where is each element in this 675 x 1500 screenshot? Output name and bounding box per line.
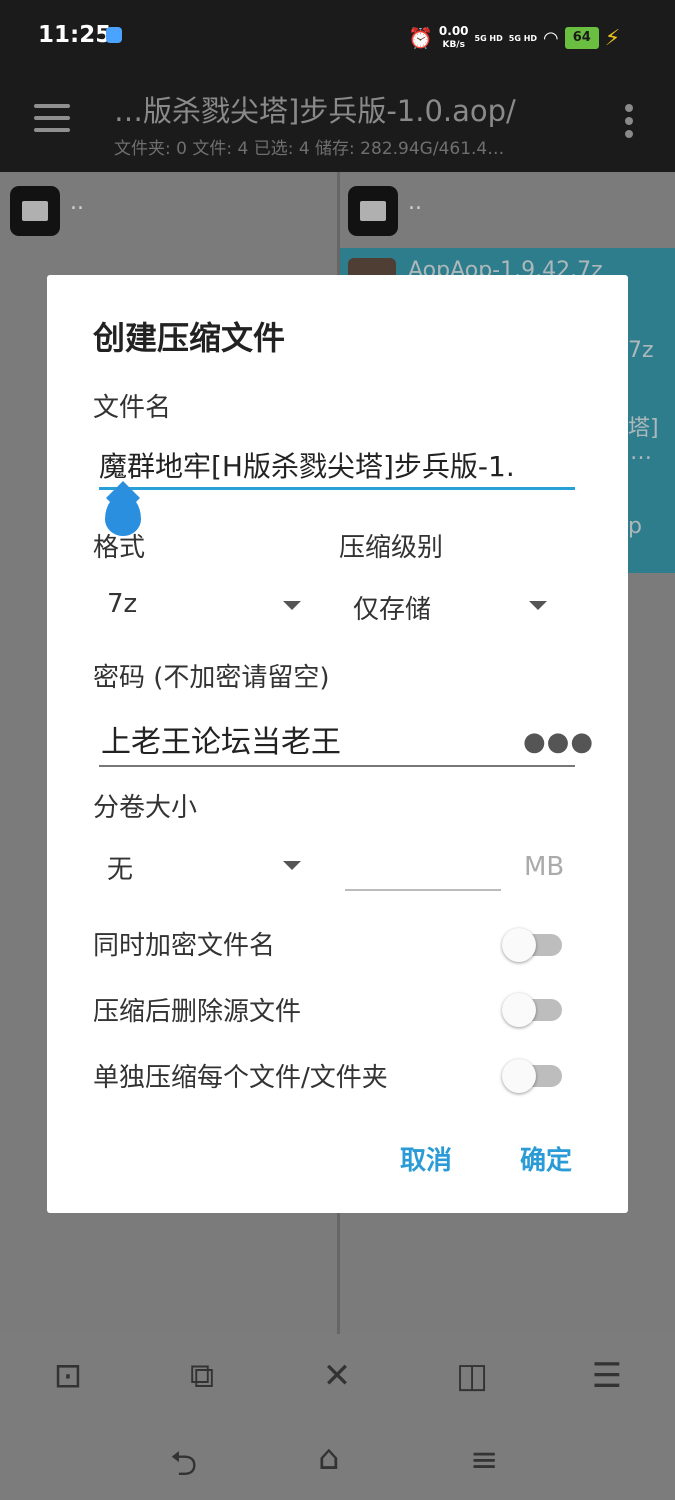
level-label: 压缩级别 bbox=[339, 533, 444, 563]
list-item[interactable]: 塔] bbox=[628, 410, 659, 442]
encrypt-names-toggle[interactable] bbox=[502, 922, 562, 962]
volume-value: 无 bbox=[107, 855, 134, 885]
format-select[interactable]: 7z bbox=[93, 585, 307, 625]
battery-indicator: 64 bbox=[564, 27, 599, 49]
password-input[interactable]: 上老王论坛当老王 bbox=[101, 717, 341, 761]
volume-size-underline bbox=[345, 889, 501, 891]
list-item[interactable]: … bbox=[630, 440, 652, 465]
toggle-thumb bbox=[502, 928, 536, 962]
chevron-down-icon bbox=[283, 601, 301, 610]
recents-icon[interactable]: ≡ bbox=[470, 1440, 499, 1480]
delete-source-toggle[interactable] bbox=[502, 987, 562, 1027]
charging-icon: ⚡ bbox=[604, 25, 621, 51]
format-label: 格式 bbox=[93, 533, 146, 563]
alarm-icon: ⏰ bbox=[408, 26, 433, 50]
level-value: 仅存储 bbox=[353, 595, 432, 625]
chevron-down-icon bbox=[529, 601, 547, 610]
toggle-label-delete-source: 压缩后删除源文件 bbox=[93, 997, 302, 1027]
create-archive-dialog: 创建压缩文件 文件名 魔群地牢[H版杀戮尖塔]步兵版-1. 格式 压缩级别 7z… bbox=[47, 275, 628, 1213]
speed-unit: KB/s bbox=[442, 40, 465, 50]
more-options-icon[interactable] bbox=[625, 104, 633, 138]
filename-input[interactable]: 魔群地牢[H版杀戮尖塔]步兵版-1. bbox=[99, 445, 575, 485]
more-horizontal-icon[interactable]: ●●● bbox=[523, 727, 594, 757]
volume-select[interactable]: 无 bbox=[93, 845, 307, 885]
volume-unit: MB bbox=[524, 852, 565, 882]
home-icon[interactable]: ⌂ bbox=[318, 1438, 340, 1478]
select-range-icon[interactable]: ⧉ bbox=[177, 1356, 227, 1396]
notification-app-icon bbox=[106, 27, 122, 43]
format-value: 7z bbox=[107, 589, 138, 619]
back-icon[interactable]: ⮌ bbox=[170, 1440, 197, 1497]
left-parent-label[interactable]: .. bbox=[70, 190, 84, 215]
ok-button[interactable]: 确定 bbox=[520, 1140, 572, 1177]
separate-archives-toggle[interactable] bbox=[502, 1053, 562, 1093]
password-underline bbox=[99, 765, 575, 767]
list-item[interactable]: p bbox=[628, 514, 642, 539]
invert-select-icon[interactable]: ◫ bbox=[447, 1356, 497, 1396]
cancel-button[interactable]: 取消 bbox=[400, 1140, 452, 1177]
path-subtitle: 文件夹: 0 文件: 4 已选: 4 储存: 282.94G/461.4… bbox=[114, 139, 505, 159]
signal-1-icon: 5G HD bbox=[474, 33, 503, 43]
speed-value: 0.00 bbox=[438, 24, 469, 38]
volume-size-input[interactable] bbox=[345, 850, 501, 888]
close-icon[interactable]: ✕ bbox=[312, 1356, 362, 1396]
status-time: 11:25 bbox=[38, 22, 112, 48]
select-all-icon[interactable]: ⊡ bbox=[43, 1356, 93, 1396]
network-speed: 0.00 KB/s bbox=[439, 25, 469, 51]
toggle-thumb bbox=[502, 993, 536, 1027]
chevron-down-icon bbox=[283, 861, 301, 870]
toggle-thumb bbox=[502, 1059, 536, 1093]
toggle-label-separate-archives: 单独压缩每个文件/文件夹 bbox=[93, 1063, 388, 1093]
right-parent-label[interactable]: .. bbox=[408, 190, 422, 215]
filename-label: 文件名 bbox=[93, 393, 172, 423]
toggle-label-encrypt-names: 同时加密文件名 bbox=[93, 931, 276, 961]
level-select[interactable]: 仅存储 bbox=[339, 585, 555, 625]
wifi-icon: ◠ bbox=[543, 27, 559, 49]
list-item[interactable]: 7z bbox=[628, 338, 654, 363]
menu-icon[interactable] bbox=[34, 104, 72, 132]
list-select-icon[interactable]: ☰ bbox=[582, 1356, 632, 1396]
password-label: 密码 (不加密请留空) bbox=[93, 663, 330, 693]
signal-2-icon: 5G HD bbox=[508, 33, 538, 43]
status-indicators: ⏰ 0.00 KB/s 5G HD 5G HD ◠ 64 ⚡ bbox=[408, 20, 620, 56]
volume-label: 分卷大小 bbox=[93, 793, 198, 823]
dialog-title: 创建压缩文件 bbox=[93, 319, 286, 357]
folder-icon[interactable] bbox=[10, 186, 60, 236]
path-title: …版杀戮尖塔]步兵版-1.0.aop/ bbox=[114, 94, 516, 128]
filename-underline bbox=[99, 487, 575, 490]
folder-icon[interactable] bbox=[348, 186, 398, 236]
